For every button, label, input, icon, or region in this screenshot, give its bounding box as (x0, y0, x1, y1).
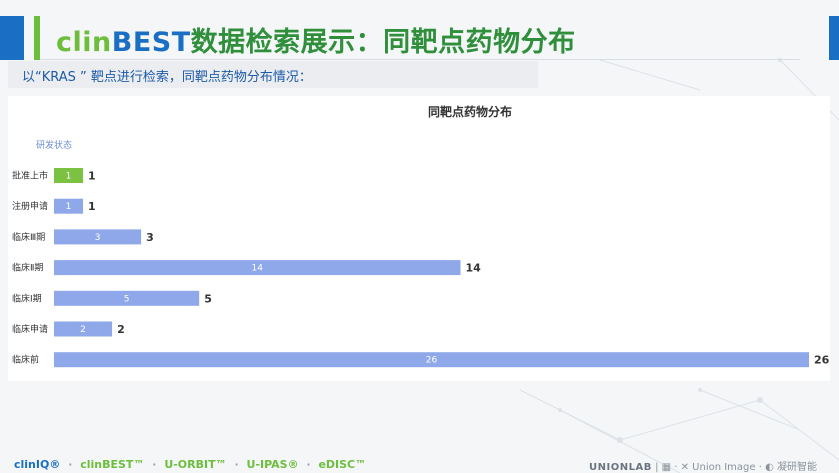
bar-value-label: 3 (146, 231, 154, 244)
footer-product-list: clinIQ® · clinBEST™ · U-ORBIT™ · U-IPAS®… (14, 458, 367, 471)
footer-partner-logos: UNIONLAB | ▦ · ✕ Union Image · ◐ 凝研智能 (589, 462, 817, 473)
bar-inner-label: 14 (252, 264, 264, 274)
footer-item: eDISC™ (318, 458, 367, 471)
ningyan-logo: 凝研智能 (777, 462, 817, 473)
union-image-logo: Union Image (692, 462, 756, 473)
footer-item: clinIQ® (14, 458, 61, 471)
bar-chart: 批准上市 1 1 注册申请 1 1 临床Ⅲ期 3 3 临床Ⅱ期 14 14 临床Ⅰ期 5 5 临床申请 2 2 临床… (12, 168, 830, 368)
unionlab-logo: UNIONLAB (589, 462, 652, 473)
category-label: 临床Ⅰ期 (12, 292, 42, 304)
category-label: 临床Ⅱ期 (12, 262, 43, 274)
bar-value-label: 2 (117, 323, 125, 336)
bar-inner-label: 1 (66, 172, 72, 182)
bar-inner-label: 1 (66, 202, 72, 212)
category-label: 临床前 (12, 354, 39, 366)
bar-inner-label: 26 (426, 356, 438, 366)
category-label: 临床Ⅲ期 (12, 231, 45, 243)
bar-value-label: 14 (466, 262, 482, 275)
bar-inner-label: 3 (95, 233, 101, 243)
category-label: 临床申请 (12, 323, 48, 335)
footer-item: U-IPAS® (246, 458, 299, 471)
category-label: 批准上市 (12, 170, 48, 182)
bar-inner-label: 2 (80, 325, 86, 335)
bar-inner-label: 5 (124, 294, 130, 304)
bar-value-label: 5 (204, 292, 212, 305)
footer-item: U-ORBIT™ (164, 458, 227, 471)
bar-value-label: 1 (88, 170, 96, 183)
category-label: 注册申请 (12, 200, 48, 212)
bar-value-label: 26 (814, 354, 830, 367)
footer-item: clinBEST™ (80, 458, 145, 471)
bar-value-label: 1 (88, 200, 96, 213)
